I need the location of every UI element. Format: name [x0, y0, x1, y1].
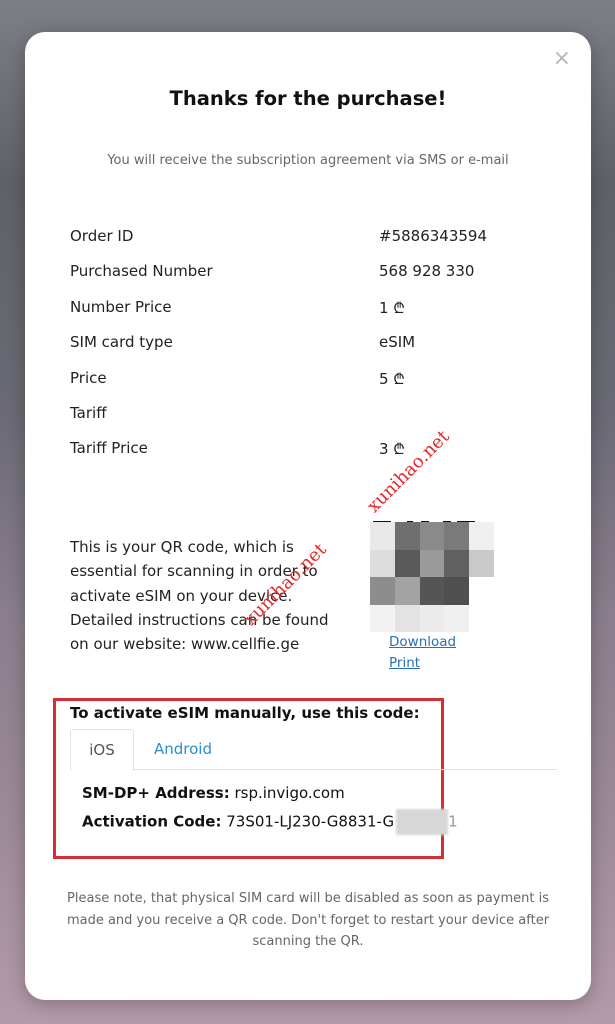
detail-value: 568 928 330: [379, 262, 475, 281]
activation-value: 73S01-LJ230-G8831-G: [226, 812, 395, 831]
tab-ios[interactable]: iOS: [70, 729, 134, 771]
detail-value: 1 ₾: [379, 298, 405, 317]
activation-tail: 1: [448, 812, 458, 831]
detail-row-tariff-price: Tariff Price 3 ₾: [70, 439, 570, 474]
detail-value: #5886343594: [379, 227, 488, 245]
print-qr-link[interactable]: Print: [389, 655, 420, 671]
detail-value: eSIM: [379, 333, 416, 352]
os-tabs: iOS Android: [70, 729, 557, 771]
detail-row-order-id: Order ID #5886343594: [70, 227, 570, 262]
detail-label: Purchased Number: [70, 262, 213, 281]
detail-label: Order ID: [70, 227, 134, 245]
qr-description: This is your QR code, which is essential…: [70, 538, 329, 654]
smdp-value: rsp.invigo.com: [234, 784, 345, 802]
footer-note: Please note, that physical SIM card will…: [66, 891, 550, 949]
detail-row-purchased-number: Purchased Number 568 928 330: [70, 262, 570, 297]
redacted-code: [396, 809, 449, 835]
detail-label: SIM card type: [70, 333, 173, 352]
detail-row-sim-type: SIM card type eSIM: [70, 333, 570, 368]
order-details: Order ID #5886343594 Purchased Number 56…: [70, 227, 570, 475]
detail-label: Number Price: [70, 297, 172, 316]
modal-subtitle: You will receive the subscription agreem…: [107, 153, 509, 168]
purchase-modal: × Thanks for the purchase! You will rece…: [25, 32, 591, 1000]
detail-value: 3 ₾: [379, 440, 405, 459]
smdp-address-line: SM-DP+ Address: rsp.invigo.com: [82, 784, 345, 802]
detail-label: Tariff Price: [70, 439, 148, 458]
detail-label: Tariff: [70, 403, 107, 422]
activation-label: Activation Code:: [82, 812, 222, 831]
qr-code-image: [370, 522, 494, 632]
manual-activation-title: To activate eSIM manually, use this code…: [70, 704, 420, 722]
smdp-label: SM-DP+ Address:: [82, 784, 230, 802]
detail-label: Price: [70, 368, 107, 387]
detail-row-tariff: Tariff: [70, 404, 570, 439]
close-icon[interactable]: ×: [553, 48, 571, 70]
detail-row-number-price: Number Price 1 ₾: [70, 298, 570, 333]
download-qr-link[interactable]: Download: [389, 634, 456, 650]
detail-row-price: Price 5 ₾: [70, 369, 570, 404]
modal-title: Thanks for the purchase!: [169, 87, 447, 110]
tab-android[interactable]: Android: [154, 729, 212, 769]
detail-value: 5 ₾: [379, 369, 405, 388]
activation-code-line: Activation Code: 73S01-LJ230-G8831-G 1: [82, 809, 458, 835]
